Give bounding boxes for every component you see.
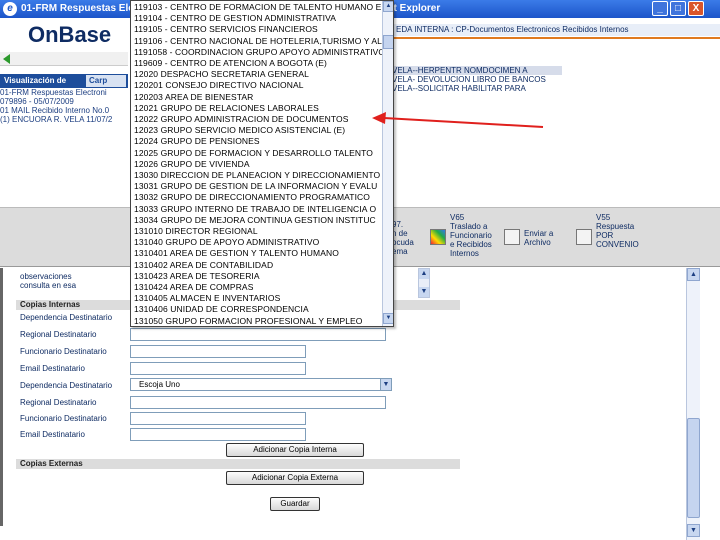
scroll-up-icon[interactable]: ▲ [383,1,393,12]
scroll-down-icon[interactable]: ▼ [419,287,429,297]
select-value: Escoja Uno [139,380,180,389]
dropdown-option[interactable]: 12024 GRUPO DE PENSIONES [134,136,382,147]
scroll-down-icon[interactable]: ▼ [383,313,393,324]
label-funcionario-1: Funcionario Destinatario [20,347,107,356]
task-label: 97. n de ocuda ema [392,220,414,256]
dropdown-option[interactable]: 12025 GRUPO DE FORMACION Y DESARROLLO TA… [134,148,382,159]
page-scrollbar[interactable]: ▲ ▼ [686,268,700,540]
dropdown-option[interactable]: 1310401 AREA DE GESTION Y TALENTO HUMANO [134,248,382,259]
regional-field-1[interactable] [130,328,386,341]
list-item[interactable]: VELA- DEVOLUCION LIBRO DE BANCOS [392,75,562,84]
dropdown-option[interactable]: 119104 - CENTRO DE GESTION ADMINISTRATIV… [134,13,382,24]
funcionario-field-1[interactable] [130,345,306,358]
list-item[interactable]: VELA--HERPENTR NOMDOCIMEN A [392,66,562,75]
list-item[interactable]: 01-FRM Respuestas Electroni [0,88,128,97]
dropdown-option[interactable]: 12022 GRUPO ADMINISTRACION DE DOCUMENTOS [134,114,382,125]
dropdown-option[interactable]: 1310423 AREA DE TESORERIA [134,271,382,282]
dropdown-option[interactable]: 12020 DESPACHO SECRETARIA GENERAL [134,69,382,80]
email-field-2[interactable] [130,428,306,441]
section-copias-externas: Copias Externas [16,459,460,469]
task-label: Enviar a Archivo [524,229,554,247]
dropdown-option[interactable]: 131010 DIRECTOR REGIONAL [134,226,382,237]
dropdown-option[interactable]: 119105 - CENTRO SERVICIOS FINANCIEROS [134,24,382,35]
consulta-text: observaciones consulta en esa [20,272,76,290]
scroll-up-icon[interactable]: ▲ [419,269,429,279]
dropdown-option[interactable]: 119609 - CENTRO DE ATENCION A BOGOTA (E) [134,58,382,69]
dropdown-option[interactable]: 1310405 ALMACEN E INVENTARIOS [134,293,382,304]
regional-field-2[interactable] [130,396,386,409]
save-button[interactable]: Guardar [270,497,320,511]
chevron-down-icon[interactable]: ▼ [380,379,391,390]
dropdown-option[interactable]: 119103 - CENTRO DE FORMACION DE TALENTO … [134,2,382,13]
accent-divider [392,37,720,39]
reply-icon [576,229,592,245]
dependencia-dropdown-list[interactable]: 119103 - CENTRO DE FORMACION DE TALENTO … [130,0,394,327]
onbase-logo: OnBase [28,22,112,47]
dropdown-option[interactable]: 13032 GRUPO DE DIRECCIONAMIENTO PROGRAMA… [134,192,382,203]
add-internal-copy-button[interactable]: Adicionar Copia Interna [226,443,364,457]
dependencia-select[interactable]: Escoja Uno ▼ [130,378,392,391]
dropdown-option[interactable]: 13033 GRUPO INTERNO DE TRABAJO DE INTELI… [134,204,382,215]
left-toolbar [0,52,128,66]
label-dependencia-2: Dependencia Destinatario [20,381,113,390]
dropdown-option[interactable]: 119106 - CENTRO NACIONAL DE HOTELERIA,TU… [134,36,382,47]
dropdown-option[interactable]: 131040 GRUPO DE APOYO ADMINISTRATIVO [134,237,382,248]
label-regional-2: Regional Destinatario [20,398,97,407]
label-dependencia-1: Dependencia Destinatario [20,313,113,322]
window-title-right: et Explorer [388,3,441,14]
label-regional-1: Regional Destinatario [20,330,97,339]
dropdown-option[interactable]: 131050 GRUPO FORMACION PROFESIONAL Y EMP… [134,316,382,326]
scroll-up-icon[interactable]: ▲ [687,268,700,281]
internet-explorer-icon: e [3,2,17,16]
document-list: VELA--HERPENTR NOMDOCIMEN A VELA- DEVOLU… [392,66,562,106]
email-field-1[interactable] [130,362,306,375]
task-label: V65 Traslado a Funcionario e Recibidos I… [450,213,492,258]
task-label: V55 Respuesta POR CONVENIO [596,213,639,249]
left-tab-strip: Visualización de Carp [0,74,128,88]
dropdown-option[interactable]: 12023 GRUPO SERVICIO MEDICO ASISTENCIAL … [134,125,382,136]
textarea-scrollbar[interactable]: ▲ ▼ [418,268,430,298]
annotation-arrow-shaft [383,117,544,128]
funcionario-field-2[interactable] [130,412,306,425]
dropdown-option[interactable]: 120203 AREA DE BIENESTAR [134,92,382,103]
close-button[interactable]: X [688,1,704,16]
dropdown-option[interactable]: 1191058 - COORDINACION GRUPO APOYO ADMIN… [134,47,382,58]
dropdown-option[interactable]: 1310406 UNIDAD DE CORRESPONDENCIA [134,304,382,315]
list-item[interactable]: VELA--SOLICITAR HABILITAR PARA [392,84,562,93]
dropdown-option[interactable]: 1310402 AREA DE CONTABILIDAD [134,260,382,271]
dropdown-option[interactable]: 13030 DIRECCION DE PLANEACION Y DIRECCIO… [134,170,382,181]
breadcrumb[interactable]: EDA INTERNA : CP-Documentos Electronicos… [392,24,720,36]
dropdown-option[interactable]: 13034 GRUPO DE MEJORA CONTINUA GESTION I… [134,215,382,226]
list-item: 079896 - 05/07/2009 [0,97,74,106]
list-item[interactable]: 01 MAIL Recibido Interno No.0 [0,106,128,115]
tab-visualizacion[interactable]: Visualización de [4,76,66,85]
minimize-button[interactable]: _ [652,1,668,16]
add-external-copy-button[interactable]: Adicionar Copia Externa [226,471,364,485]
dropdown-option[interactable]: 13031 GRUPO DE GESTION DE LA INFORMACION… [134,181,382,192]
label-funcionario-2: Funcionario Destinatario [20,414,107,423]
tab-carpetas[interactable]: Carp [86,75,126,87]
back-arrow-icon[interactable] [3,54,10,64]
label-email-1: Email Destinatario [20,364,85,373]
list-item[interactable]: (1) ENCUORA R. VELA 11/07/2 [0,115,128,124]
label-email-2: Email Destinatario [20,430,85,439]
document-info-list: 01-FRM Respuestas Electroni 079896 - 05/… [0,88,128,124]
scroll-thumb[interactable] [687,418,700,518]
dropdown-option[interactable]: 12026 GRUPO DE VIVIENDA [134,159,382,170]
dropdown-scrollbar[interactable]: ▲ ▼ [382,1,393,326]
dropdown-option[interactable]: 12021 GRUPO DE RELACIONES LABORALES [134,103,382,114]
scroll-thumb[interactable] [383,35,393,49]
maximize-button[interactable]: □ [670,1,686,16]
archive-icon [504,229,520,245]
scroll-down-icon[interactable]: ▼ [687,524,700,537]
consulta-line: observaciones [20,272,72,281]
dropdown-option[interactable]: 1310424 AREA DE COMPRAS [134,282,382,293]
color-swatch-icon [430,229,446,245]
consulta-line: consulta en esa [20,281,77,290]
dropdown-option[interactable]: 120201 CONSEJO DIRECTIVO NACIONAL [134,80,382,91]
